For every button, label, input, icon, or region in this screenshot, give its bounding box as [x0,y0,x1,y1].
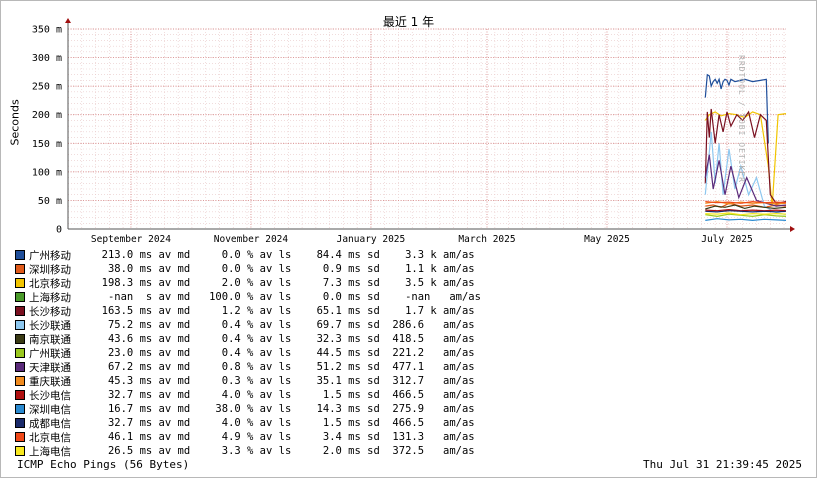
legend-entry: 南京联通 43.6 ms av md 0.4 % av ls 32.3 ms s… [15,332,481,346]
x-axis-arrow [790,226,795,232]
legend-entry: 北京电信 46.1 ms av md 4.9 % av ls 3.4 ms sd… [15,430,481,444]
legend-entry: 广州联通 23.0 ms av md 0.4 % av ls 44.5 ms s… [15,346,481,360]
legend-entry: 上海移动 -nan s av md 100.0 % av ls 0.0 ms s… [15,290,481,304]
legend-entry: 深圳移动 38.0 ms av md 0.0 % av ls 0.9 ms sd… [15,262,481,276]
legend-series-name: 长沙电信 [29,389,71,402]
legend-swatch [15,292,25,302]
legend-series-stats: 45.3 ms av md 0.3 % av ls 35.1 ms sd 312… [89,375,475,387]
x-tick-label: September 2024 [91,234,171,245]
legend-series-name: 天津联通 [29,361,71,374]
legend-series-name: 南京联通 [29,333,71,346]
y-tick-label: 300 m [32,53,62,64]
footer-description: ICMP Echo Pings (56 Bytes) [17,458,190,471]
legend-entry: 长沙电信 32.7 ms av md 4.0 % av ls 1.5 ms sd… [15,388,481,402]
legend-entry: 成都电信 32.7 ms av md 4.0 % av ls 1.5 ms sd… [15,416,481,430]
legend-series-name: 长沙联通 [29,319,71,332]
legend-series-stats: 43.6 ms av md 0.4 % av ls 32.3 ms sd 418… [89,333,475,345]
legend-series-stats: 213.0 ms av md 0.0 % av ls 84.4 ms sd 3.… [89,249,475,261]
legend-swatch [15,362,25,372]
y-tick-label: 50 m [38,196,62,207]
legend-series-stats: 23.0 ms av md 0.4 % av ls 44.5 ms sd 221… [89,347,475,359]
legend-entry: 上海电信 26.5 ms av md 3.3 % av ls 2.0 ms sd… [15,444,481,458]
legend-series-stats: 38.0 ms av md 0.0 % av ls 0.9 ms sd 1.1 … [89,263,475,275]
legend-series-stats: 163.5 ms av md 1.2 % av ls 65.1 ms sd 1.… [89,305,475,317]
legend-swatch [15,320,25,330]
legend-series-stats: 32.7 ms av md 4.0 % av ls 1.5 ms sd 466.… [89,389,475,401]
legend-series-name: 北京电信 [29,431,71,444]
legend-series-name: 广州联通 [29,347,71,360]
y-tick-label: 150 m [32,139,62,150]
y-axis-label: Seconds [8,99,22,146]
legend-series-name: 深圳移动 [29,263,71,276]
legend-entry: 天津联通 67.2 ms av md 0.8 % av ls 51.2 ms s… [15,360,481,374]
legend-series-name: 广州移动 [29,249,71,262]
plot-area [68,29,786,229]
rrdtool-watermark: RRDTOOL / TOBI OETIKER [737,55,746,183]
legend-swatch [15,418,25,428]
legend-swatch [15,390,25,400]
ping-chart: 050 m100 m150 m200 m250 m300 m350 mSepte… [32,18,795,245]
legend-swatch [15,278,25,288]
legend-series-name: 上海移动 [29,291,71,304]
legend-swatch [15,264,25,274]
legend-series-name: 重庆联通 [29,375,71,388]
x-tick-label: March 2025 [458,234,515,245]
x-tick-label: November 2024 [214,234,289,245]
legend-series-stats: 198.3 ms av md 2.0 % av ls 7.3 ms sd 3.5… [89,277,475,289]
y-tick-label: 250 m [32,82,62,93]
legend: 广州移动 213.0 ms av md 0.0 % av ls 84.4 ms … [15,248,481,458]
rrd-graph-panel: 0 50 m 100 m 150 m 200 m 250 m 300 m 350 m Septe… [0,0,817,478]
chart-title: 最近 1 年 [382,15,435,29]
legend-series-name: 成都电信 [29,417,71,430]
legend-series-stats: 26.5 ms av md 3.3 % av ls 2.0 ms sd 372.… [89,445,475,457]
legend-series-stats: 75.2 ms av md 0.4 % av ls 69.7 ms sd 286… [89,319,475,331]
legend-entry: 深圳电信 16.7 ms av md 38.0 % av ls 14.3 ms … [15,402,481,416]
legend-entry: 北京移动 198.3 ms av md 2.0 % av ls 7.3 ms s… [15,276,481,290]
x-tick-label: January 2025 [337,234,406,245]
x-tick-label: May 2025 [584,234,630,245]
legend-swatch [15,446,25,456]
legend-swatch [15,250,25,260]
legend-swatch [15,432,25,442]
footer-timestamp: Thu Jul 31 21:39:45 2025 [643,458,802,471]
legend-swatch [15,334,25,344]
legend-series-name: 北京移动 [29,277,71,290]
legend-swatch [15,306,25,316]
x-tick-label: July 2025 [701,234,752,245]
legend-entry: 长沙联通 75.2 ms av md 0.4 % av ls 69.7 ms s… [15,318,481,332]
y-tick-label: 200 m [32,110,62,121]
legend-series-stats: -nan s av md 100.0 % av ls 0.0 ms sd -na… [89,291,481,303]
legend-series-stats: 46.1 ms av md 4.9 % av ls 3.4 ms sd 131.… [89,431,475,443]
y-tick-label: 100 m [32,167,62,178]
legend-entry: 重庆联通 45.3 ms av md 0.3 % av ls 35.1 ms s… [15,374,481,388]
legend-series-name: 上海电信 [29,445,71,458]
legend-entry: 长沙移动 163.5 ms av md 1.2 % av ls 65.1 ms … [15,304,481,318]
legend-swatch [15,376,25,386]
legend-series-stats: 32.7 ms av md 4.0 % av ls 1.5 ms sd 466.… [89,417,475,429]
legend-entry: 广州移动 213.0 ms av md 0.0 % av ls 84.4 ms … [15,248,481,262]
legend-series-name: 深圳电信 [29,403,71,416]
y-tick-label: 0 [56,225,62,236]
legend-swatch [15,348,25,358]
legend-series-stats: 16.7 ms av md 38.0 % av ls 14.3 ms sd 27… [89,403,475,415]
legend-series-stats: 67.2 ms av md 0.8 % av ls 51.2 ms sd 477… [89,361,475,373]
legend-swatch [15,404,25,414]
legend-series-name: 长沙移动 [29,305,71,318]
